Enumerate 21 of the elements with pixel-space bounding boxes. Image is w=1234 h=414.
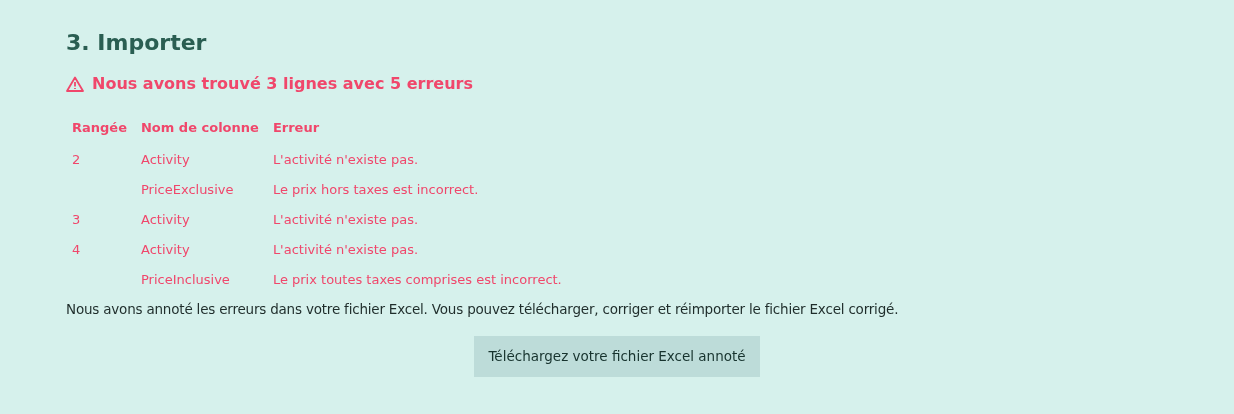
- info-text: Nous avons annoté les erreurs dans votre fichier Excel. Vous pouvez télécharger, corriger et réimporter le fichier Excel corrigé.: [66, 299, 900, 319]
- column-header: Erreur: [272, 120, 320, 135]
- table-cell: L'activité n'existe pas.: [272, 241, 419, 257]
- table-cell: Le prix hors taxes est incorrect.: [272, 181, 479, 197]
- column-header: Nom de colonne: [141, 120, 259, 135]
- table-cell: 4: [72, 241, 81, 257]
- table-cell: L'activité n'existe pas.: [272, 211, 419, 227]
- table-cell: PriceExclusive: [141, 181, 234, 197]
- table-cell: Activity: [141, 241, 190, 257]
- table-cell: 3: [72, 211, 81, 227]
- table-cell: Activity: [141, 151, 190, 167]
- table-cell: Activity: [141, 211, 190, 227]
- table-cell: 2: [72, 151, 81, 167]
- warning-icon: [66, 76, 84, 92]
- download-button[interactable]: Téléchargez votre fichier Excel annoté: [474, 335, 760, 377]
- table-cell: L'activité n'existe pas.: [272, 151, 419, 167]
- column-header: Rangée: [72, 120, 127, 135]
- table-cell: Le prix toutes taxes comprises est incorrect.: [272, 271, 562, 287]
- table-cell: PriceInclusive: [141, 271, 230, 287]
- error-summary: Nous avons trouvé 3 lignes avec 5 erreurs: [92, 73, 473, 95]
- section-title: 3. Importer: [66, 29, 208, 57]
